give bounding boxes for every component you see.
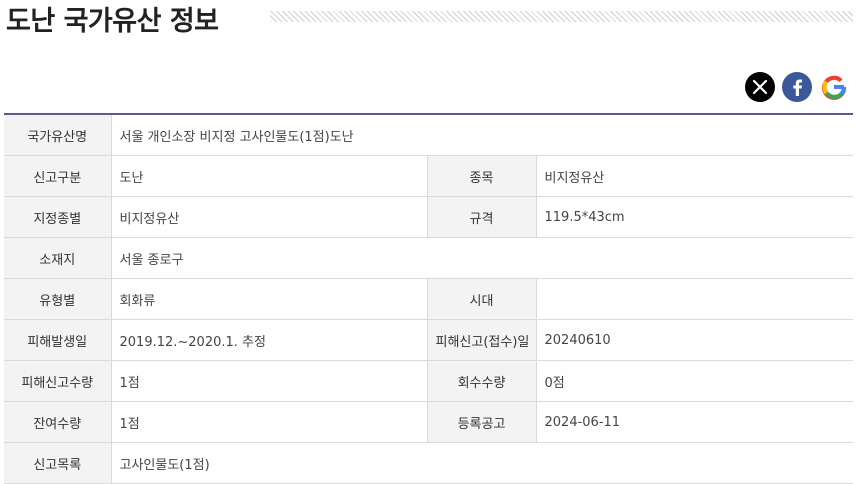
row-label: 피해신고(접수)일 [426, 319, 537, 361]
row-value: 119.5*43cm [536, 196, 853, 238]
row-value: 회화류 [111, 278, 427, 320]
row-value: 비지정유산 [111, 196, 427, 238]
page-title: 도난 국가유산 정보 [6, 6, 219, 37]
row-label: 피해신고수량 [4, 360, 112, 402]
row-value: 1점 [111, 360, 427, 402]
row-label: 소재지 [4, 237, 112, 279]
row-value: 서울 종로구 [111, 237, 853, 279]
table-row: 피해신고수량 1점 회수수량 0점 [4, 360, 853, 402]
row-label: 신고구분 [4, 155, 112, 197]
row-label: 잔여수량 [4, 401, 112, 443]
share-facebook-button[interactable] [782, 72, 812, 102]
row-value: 서울 개인소장 비지정 고사인물도(1점)도난 [111, 114, 853, 156]
x-icon [752, 79, 768, 95]
row-label: 지정종별 [4, 196, 112, 238]
table-row: 소재지 서울 종로구 [4, 237, 853, 279]
row-label: 종목 [426, 155, 537, 197]
title-row: 도난 국가유산 정보 [0, 0, 857, 40]
row-value: 도난 [111, 155, 427, 197]
row-value: 2019.12.~2020.1. 추정 [111, 319, 427, 361]
google-icon [821, 75, 847, 100]
row-value: 고사인물도(1점) [111, 442, 853, 484]
row-label: 시대 [426, 278, 537, 320]
page: 도난 국가유산 정보 국가유산명 서울 개인소장 비지정 고사인물도(1점)도난… [0, 0, 857, 484]
share-google-button[interactable] [819, 72, 849, 102]
heritage-info-table: 국가유산명 서울 개인소장 비지정 고사인물도(1점)도난 신고구분 도난 종목… [4, 113, 853, 484]
row-label: 신고목록 [4, 442, 112, 484]
table-row: 신고구분 도난 종목 비지정유산 [4, 155, 853, 197]
row-value: 1점 [111, 401, 427, 443]
table-row: 지정종별 비지정유산 규격 119.5*43cm [4, 196, 853, 238]
share-buttons [745, 72, 849, 102]
row-label: 등록공고 [426, 401, 537, 443]
title-decoration [270, 11, 853, 22]
row-label: 피해발생일 [4, 319, 112, 361]
row-value: 2024-06-11 [536, 401, 853, 443]
table-row: 피해발생일 2019.12.~2020.1. 추정 피해신고(접수)일 2024… [4, 319, 853, 361]
row-label: 유형별 [4, 278, 112, 320]
facebook-icon [793, 79, 802, 96]
row-label: 국가유산명 [4, 114, 112, 156]
table-row: 신고목록 고사인물도(1점) [4, 442, 853, 484]
row-label: 회수수량 [426, 360, 537, 402]
table-row: 유형별 회화류 시대 [4, 278, 853, 320]
row-value: 0점 [536, 360, 853, 402]
row-value: 비지정유산 [536, 155, 853, 197]
row-value: 20240610 [536, 319, 853, 361]
table-row: 국가유산명 서울 개인소장 비지정 고사인물도(1점)도난 [4, 114, 853, 156]
row-label: 규격 [426, 196, 537, 238]
row-value [536, 278, 853, 320]
share-x-button[interactable] [745, 72, 775, 102]
table-row: 잔여수량 1점 등록공고 2024-06-11 [4, 401, 853, 443]
